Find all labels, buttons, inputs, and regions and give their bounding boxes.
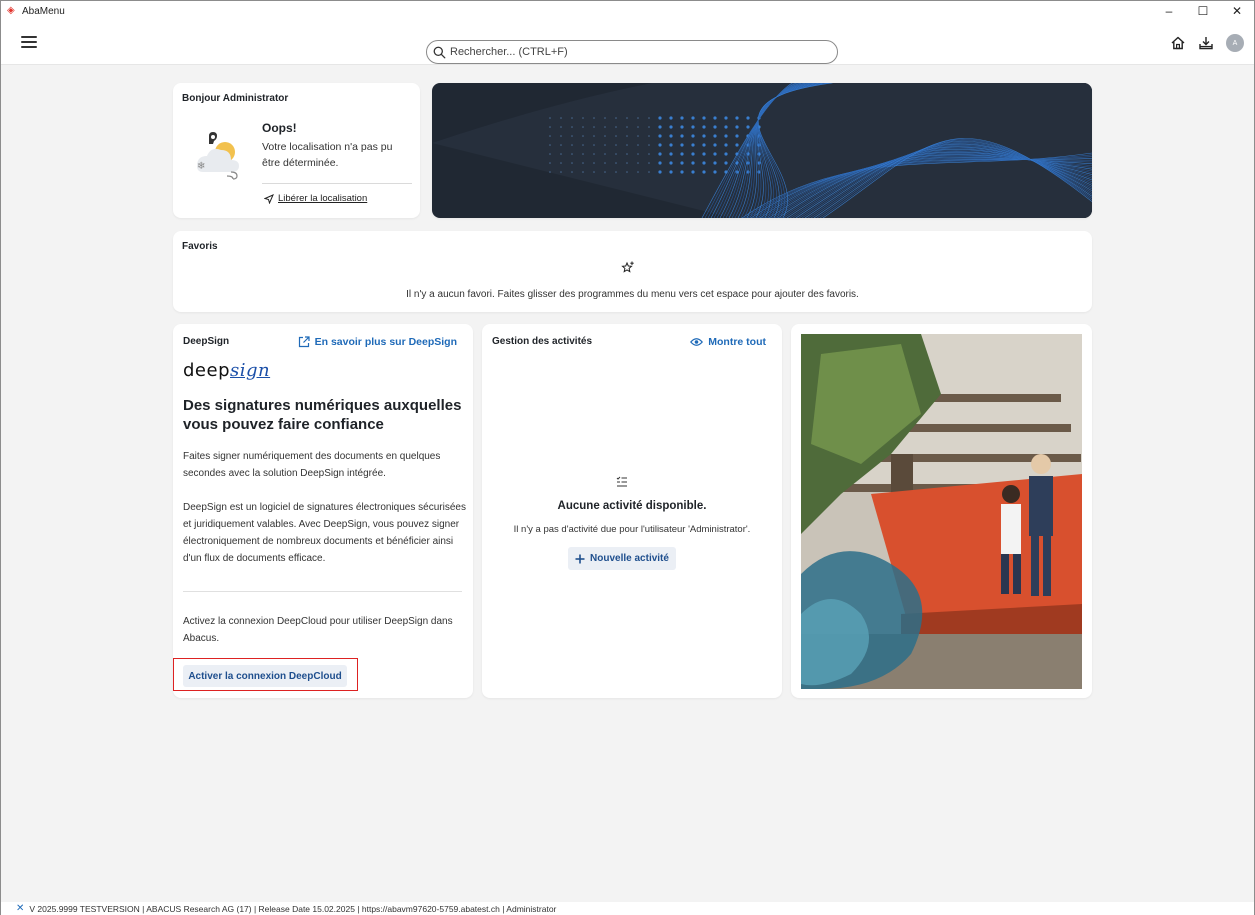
search-icon [433, 46, 446, 58]
photo-card [791, 324, 1092, 698]
top-right-actions: A [1170, 34, 1244, 52]
logo-sign-text: sign [230, 360, 271, 381]
window-title: AbaMenu [22, 5, 65, 17]
external-link-icon [298, 336, 310, 348]
no-activity-title: Aucune activité disponible. [557, 500, 707, 512]
search-input[interactable]: Rechercher... (CTRL+F) [426, 40, 838, 64]
deepsign-card: DeepSign En savoir plus sur DeepSign dee… [173, 324, 473, 698]
status-text: V 2025.9999 TESTVERSION | ABACUS Researc… [29, 903, 557, 914]
deepsign-logo: deepsign [183, 360, 270, 381]
divider [183, 591, 462, 592]
deepsign-heading: Des signatures numériques auxquelles vou… [183, 397, 462, 433]
new-activity-label: Nouvelle activité [590, 553, 669, 564]
release-location-label: Libérer la localisation [278, 193, 368, 204]
window-controls: – ☐ ✕ [1152, 1, 1254, 21]
status-bar: ✕ V 2025.9999 TESTVERSION | ABACUS Resea… [1, 902, 1254, 915]
logo-deep-text: deep [183, 360, 230, 381]
avatar[interactable]: A [1226, 34, 1244, 52]
activities-card: Gestion des activités Montre tout Aucune… [482, 324, 782, 698]
decorative-banner [432, 83, 1092, 218]
weather-unknown-icon: ❄ [197, 132, 239, 180]
no-activity-text: Il n'y a pas d'activité due pour l'utili… [513, 524, 751, 535]
oops-heading: Oops! [262, 121, 297, 135]
greeting-title: Bonjour Administrator [182, 93, 289, 104]
minimize-button[interactable]: – [1152, 1, 1186, 21]
navigation-arrow-icon [264, 193, 274, 204]
abacus-logo-icon: ◈ [7, 5, 15, 16]
close-status-icon[interactable]: ✕ [16, 903, 24, 914]
show-all-label: Montre tout [708, 336, 766, 348]
deepsign-paragraph-2: DeepSign est un logiciel de signatures é… [183, 502, 466, 564]
new-activity-button[interactable]: Nouvelle activité [568, 547, 676, 570]
divider [262, 183, 412, 184]
search-placeholder: Rechercher... (CTRL+F) [450, 46, 568, 58]
greeting-card: Bonjour Administrator ❄ Oops! Votre loca… [173, 83, 420, 218]
plus-icon [575, 554, 585, 563]
banner-graphic [432, 83, 1092, 218]
learn-more-deepsign-link[interactable]: En savoir plus sur DeepSign [298, 336, 457, 348]
maximize-button[interactable]: ☐ [1186, 1, 1220, 21]
deepsign-paragraph-3: Activez la connexion DeepCloud pour util… [183, 616, 453, 644]
location-error-message: Votre localisation n'a pas pu être déter… [262, 141, 393, 169]
office-photo [801, 334, 1082, 689]
learn-more-label: En savoir plus sur DeepSign [314, 336, 457, 348]
star-add-icon [621, 261, 634, 273]
favorites-card: Favoris Il n'y a aucun favori. Faites gl… [173, 231, 1092, 312]
show-all-link[interactable]: Montre tout [690, 336, 766, 348]
download-icon[interactable] [1198, 35, 1214, 51]
favorites-title: Favoris [182, 241, 218, 252]
close-button[interactable]: ✕ [1220, 1, 1254, 21]
activate-deepcloud-button[interactable]: Activer la connexion DeepCloud [183, 665, 347, 687]
top-bar: Rechercher... (CTRL+F) A [1, 21, 1254, 65]
release-location-link[interactable]: Libérer la localisation [264, 193, 367, 204]
title-bar: ◈ AbaMenu – ☐ ✕ [1, 1, 1254, 21]
menu-icon[interactable] [21, 34, 37, 50]
deepsign-paragraph-1: Faites signer numériquement des document… [183, 451, 441, 479]
app-window: ◈ AbaMenu – ☐ ✕ Rechercher... (CTRL+F) A… [0, 0, 1255, 915]
favorites-empty-text: Il n'y a aucun favori. Faites glisser de… [406, 289, 859, 300]
home-icon[interactable] [1170, 35, 1186, 51]
task-list-icon [616, 476, 627, 487]
eye-icon [690, 338, 704, 346]
svg-text:❄: ❄ [197, 161, 205, 172]
